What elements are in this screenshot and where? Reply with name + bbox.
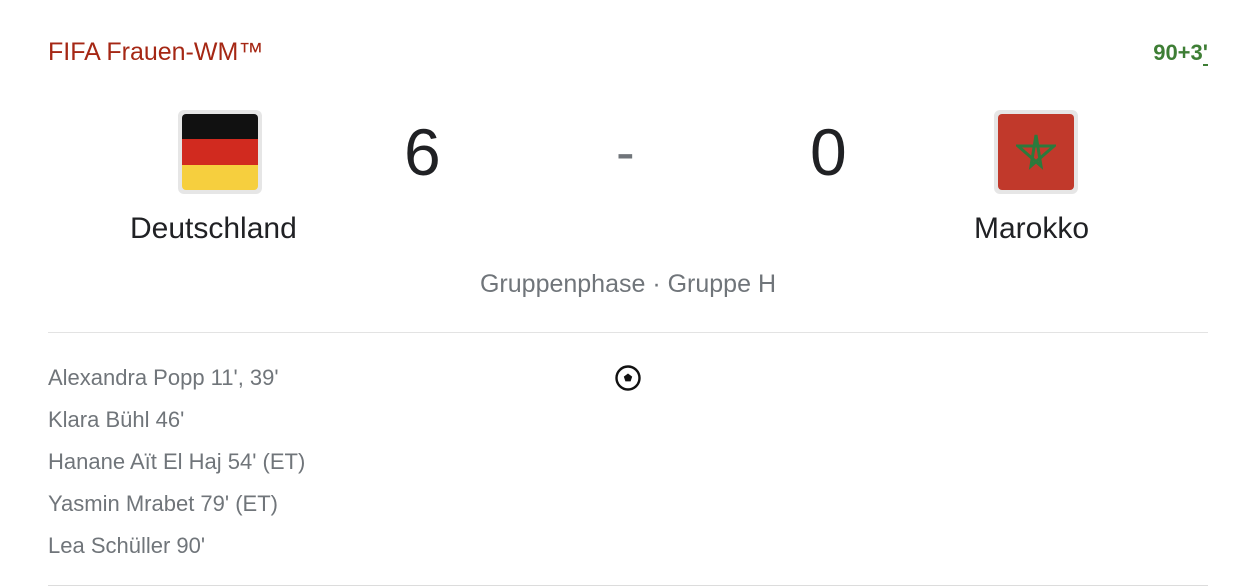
home-score: 6 (404, 115, 441, 189)
germany-flag-icon[interactable] (178, 110, 262, 194)
soccer-ball-icon (615, 365, 641, 391)
scorer-item: Alexandra Popp 11', 39' (48, 365, 279, 390)
away-team-name[interactable]: Marokko (974, 212, 1089, 246)
score-separator: - (616, 120, 635, 183)
scorer-item: Klara Bühl 46' (48, 407, 185, 432)
scorer-item: Lea Schüller 90' (48, 533, 206, 558)
scorer-item: Yasmin Mrabet 79' (ET) (48, 491, 278, 516)
home-scorers-list: Alexandra Popp 11', 39' Klara Bühl 46' H… (48, 364, 305, 574)
divider (48, 332, 1208, 333)
live-minute: 90+3 (1153, 40, 1203, 65)
match-stage: Gruppenphase · Gruppe H (479, 270, 776, 298)
scorer-item: Hanane Aït El Haj 54' (ET) (48, 449, 306, 474)
away-score: 0 (810, 115, 847, 189)
live-minute-marker: ' (1202, 40, 1208, 66)
divider-bottom (48, 585, 1208, 586)
live-match-time: 90+3' (1153, 40, 1208, 66)
morocco-flag-icon[interactable] (994, 110, 1078, 194)
home-team-name[interactable]: Deutschland (130, 212, 297, 246)
competition-title[interactable]: FIFA Frauen-WM™ (48, 38, 263, 67)
morocco-star-icon (1016, 134, 1056, 170)
